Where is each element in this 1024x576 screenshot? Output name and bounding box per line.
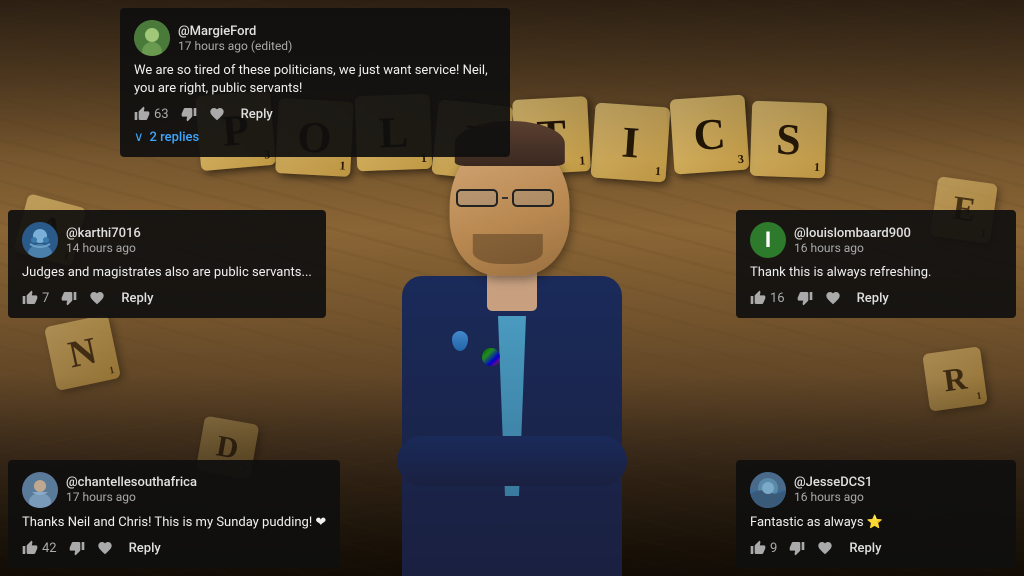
heart-chantelle[interactable]	[97, 540, 113, 556]
thumbs-down-icon	[789, 540, 805, 556]
comment-jesse: @JesseDCS1 16 hours ago Fantastic as alw…	[736, 460, 1016, 568]
thumbs-down-icon	[69, 540, 85, 556]
comment-text-karthi: Judges and magistrates also are public s…	[22, 264, 312, 282]
thumbs-down-karthi[interactable]	[61, 290, 77, 306]
comment-actions-karthi: 7 Reply	[22, 290, 312, 306]
heart-icon	[97, 540, 113, 556]
avatar-louis: l	[750, 222, 786, 258]
like-count-chantelle: 42	[42, 541, 57, 556]
comment-louis: l @louislombaard900 16 hours ago Thank t…	[736, 210, 1016, 318]
username-karthi: @karthi7016	[66, 226, 141, 241]
avatar-karthi	[22, 222, 58, 258]
heart-margie[interactable]	[209, 106, 225, 122]
thumbs-down-icon	[797, 290, 813, 306]
heart-icon	[89, 290, 105, 306]
comment-header-chantelle: @chantellesouthafrica 17 hours ago	[22, 472, 326, 508]
comment-header-louis: l @louislombaard900 16 hours ago	[750, 222, 1002, 258]
avatar-jesse	[750, 472, 786, 508]
thumbs-up-icon	[750, 540, 766, 556]
like-count-louis: 16	[770, 291, 785, 306]
thumbs-down-margie[interactable]	[181, 106, 197, 122]
like-count-jesse: 9	[770, 541, 777, 556]
comment-meta-margie: @MargieFord 17 hours ago (edited)	[178, 24, 292, 53]
comment-text-jesse: Fantastic as always ⭐	[750, 514, 1002, 532]
like-count-margie: 63	[154, 107, 169, 122]
thumbs-down-icon	[61, 290, 77, 306]
replies-link-margie[interactable]: ∨ 2 replies	[134, 130, 496, 145]
thumbs-up-jesse[interactable]: 9	[750, 540, 777, 556]
timestamp-chantelle: 17 hours ago	[66, 490, 197, 504]
replies-count-margie: 2 replies	[150, 130, 200, 145]
person-figure	[362, 146, 662, 576]
reply-btn-louis[interactable]: Reply	[857, 291, 889, 306]
thumbs-up-icon	[22, 540, 38, 556]
reply-btn-jesse[interactable]: Reply	[849, 541, 881, 556]
thumbs-up-margie[interactable]: 63	[134, 106, 169, 122]
comment-meta-louis: @louislombaard900 16 hours ago	[794, 226, 911, 255]
heart-icon	[817, 540, 833, 556]
heart-jesse[interactable]	[817, 540, 833, 556]
thumbs-up-karthi[interactable]: 7	[22, 290, 49, 306]
timestamp-jesse: 16 hours ago	[794, 490, 872, 504]
comment-meta-chantelle: @chantellesouthafrica 17 hours ago	[66, 475, 197, 504]
heart-icon	[209, 106, 225, 122]
heart-karthi[interactable]	[89, 290, 105, 306]
avatar-margie	[134, 20, 170, 56]
thumbs-up-icon	[134, 106, 150, 122]
comment-actions-jesse: 9 Reply	[750, 540, 1002, 556]
thumbs-up-icon	[750, 290, 766, 306]
comment-header-karthi: @karthi7016 14 hours ago	[22, 222, 312, 258]
comment-header-jesse: @JesseDCS1 16 hours ago	[750, 472, 1002, 508]
comment-text-margie: We are so tired of these politicians, we…	[134, 62, 496, 98]
reply-btn-margie[interactable]: Reply	[241, 107, 273, 122]
reply-btn-chantelle[interactable]: Reply	[129, 541, 161, 556]
like-count-karthi: 7	[42, 291, 49, 306]
comment-text-louis: Thank this is always refreshing.	[750, 264, 1002, 282]
thumbs-down-chantelle[interactable]	[69, 540, 85, 556]
heart-icon	[825, 290, 841, 306]
thumbs-down-icon	[181, 106, 197, 122]
thumbs-down-jesse[interactable]	[789, 540, 805, 556]
comment-actions-chantelle: 42 Reply	[22, 540, 326, 556]
timestamp-louis: 16 hours ago	[794, 241, 911, 255]
thumbs-up-chantelle[interactable]: 42	[22, 540, 57, 556]
timestamp-margie: 17 hours ago (edited)	[178, 39, 292, 53]
comment-meta-jesse: @JesseDCS1 16 hours ago	[794, 475, 872, 504]
avatar-chantelle	[22, 472, 58, 508]
comment-actions-louis: 16 Reply	[750, 290, 1002, 306]
comment-karthi: @karthi7016 14 hours ago Judges and magi…	[8, 210, 326, 318]
thumbs-up-louis[interactable]: 16	[750, 290, 785, 306]
comment-header-margie: @MargieFord 17 hours ago (edited)	[134, 20, 496, 56]
timestamp-karthi: 14 hours ago	[66, 241, 141, 255]
username-louis: @louislombaard900	[794, 226, 911, 241]
comment-chantelle: @chantellesouthafrica 17 hours ago Thank…	[8, 460, 340, 568]
username-jesse: @JesseDCS1	[794, 475, 872, 490]
heart-louis[interactable]	[825, 290, 841, 306]
chevron-down-icon-margie: ∨	[134, 130, 144, 145]
comment-margie: @MargieFord 17 hours ago (edited) We are…	[120, 8, 510, 157]
comment-text-chantelle: Thanks Neil and Chris! This is my Sunday…	[22, 514, 326, 532]
reply-btn-karthi[interactable]: Reply	[121, 291, 153, 306]
thumbs-down-louis[interactable]	[797, 290, 813, 306]
username-chantelle: @chantellesouthafrica	[66, 475, 197, 490]
comment-actions-margie: 63 Reply	[134, 106, 496, 122]
username-margie: @MargieFord	[178, 24, 292, 39]
comment-meta-karthi: @karthi7016 14 hours ago	[66, 226, 141, 255]
thumbs-up-icon	[22, 290, 38, 306]
